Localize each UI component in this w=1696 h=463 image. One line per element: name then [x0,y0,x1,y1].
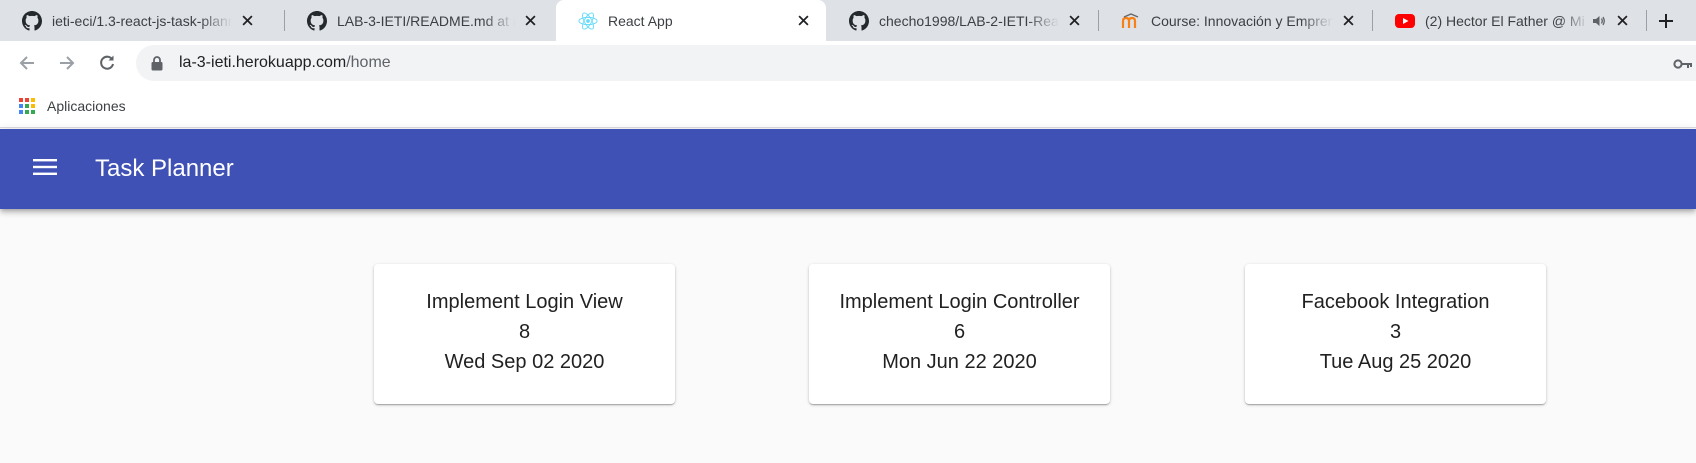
youtube-icon [1395,11,1415,31]
close-tab-icon[interactable] [1065,12,1083,30]
address-bar[interactable]: la-3-ieti.herokuapp.com/home [136,45,1696,81]
task-card: Implement Login View 8 Wed Sep 02 2020 [374,264,675,404]
url-text: la-3-ieti.herokuapp.com/home [179,54,391,72]
task-card: Facebook Integration 3 Tue Aug 25 2020 [1245,264,1546,404]
menu-button[interactable] [29,151,61,183]
plus-icon [1659,14,1673,28]
bookmark-label: Aplicaciones [47,98,126,114]
github-icon [307,10,327,31]
url-path: /home [346,54,391,71]
close-tab-icon[interactable] [794,12,812,30]
arrow-left-icon [19,56,34,70]
task-due-date: Wed Sep 02 2020 [444,351,605,373]
tab-title: checho1998/LAB-2-IETI-React [879,12,1059,29]
speaker-icon[interactable] [1591,13,1607,29]
task-due-date: Mon Jun 22 2020 [882,351,1037,373]
back-button[interactable] [12,48,42,78]
bookmark-aplicaciones[interactable]: Aplicaciones [19,95,126,117]
task-description: Implement Login View [426,291,623,313]
react-icon [578,11,598,31]
task-description: Facebook Integration [1301,291,1490,313]
key-icon[interactable] [1673,57,1693,69]
arrow-right-icon [60,56,75,70]
task-description: Implement Login Controller [839,291,1080,313]
tab-title: ieti-eci/1.3-react-js-task-planner [52,12,232,29]
apps-grid-icon [19,98,35,114]
task-priority: 6 [953,321,966,343]
app-title: Task Planner [95,155,234,182]
close-tab-icon[interactable] [1339,12,1357,30]
task-priority: 3 [1389,321,1402,343]
browser-tab[interactable]: checho1998/LAB-2-IETI-React [827,0,1097,41]
browser-tab[interactable]: Course: Innovación y Emprendimiento [1099,0,1371,41]
browser-tab[interactable]: LAB-3-IETI/README.md at master [285,0,553,41]
lock-icon[interactable] [150,55,164,71]
browser-tab[interactable]: (2) Hector El Father @ Mi [1373,0,1645,41]
github-icon [22,10,42,31]
tab-title: Course: Innovación y Emprendimiento [1151,12,1333,29]
browser-toolbar: la-3-ieti.herokuapp.com/home [0,41,1696,85]
url-host: la-3-ieti.herokuapp.com [179,54,347,71]
task-card: Implement Login Controller 6 Mon Jun 22 … [809,264,1110,404]
reload-icon [100,55,114,70]
bookmarks-bar: Aplicaciones [0,85,1696,128]
task-due-date: Tue Aug 25 2020 [1319,351,1472,373]
app-bar: Task Planner [0,129,1696,209]
moodle-icon [1121,11,1141,31]
new-tab-button[interactable] [1653,8,1679,34]
forward-button[interactable] [52,48,82,78]
close-tab-icon[interactable] [521,12,539,30]
tab-title: React App [608,12,673,29]
browser-tab-strip: ieti-eci/1.3-react-js-task-planner LAB-3… [0,0,1696,41]
task-priority: 8 [518,321,531,343]
tab-title: (2) Hector El Father @ Mi [1425,12,1585,29]
browser-tab[interactable]: ieti-eci/1.3-react-js-task-planner [0,0,270,41]
tab-separator [1646,10,1647,31]
github-icon [849,10,869,31]
tab-title: LAB-3-IETI/README.md at master [337,12,515,29]
reload-button[interactable] [92,48,122,78]
close-tab-icon[interactable] [1613,12,1631,30]
hamburger-menu-icon [33,159,57,175]
close-tab-icon[interactable] [238,12,256,30]
browser-tab-active[interactable]: React App [556,0,826,41]
